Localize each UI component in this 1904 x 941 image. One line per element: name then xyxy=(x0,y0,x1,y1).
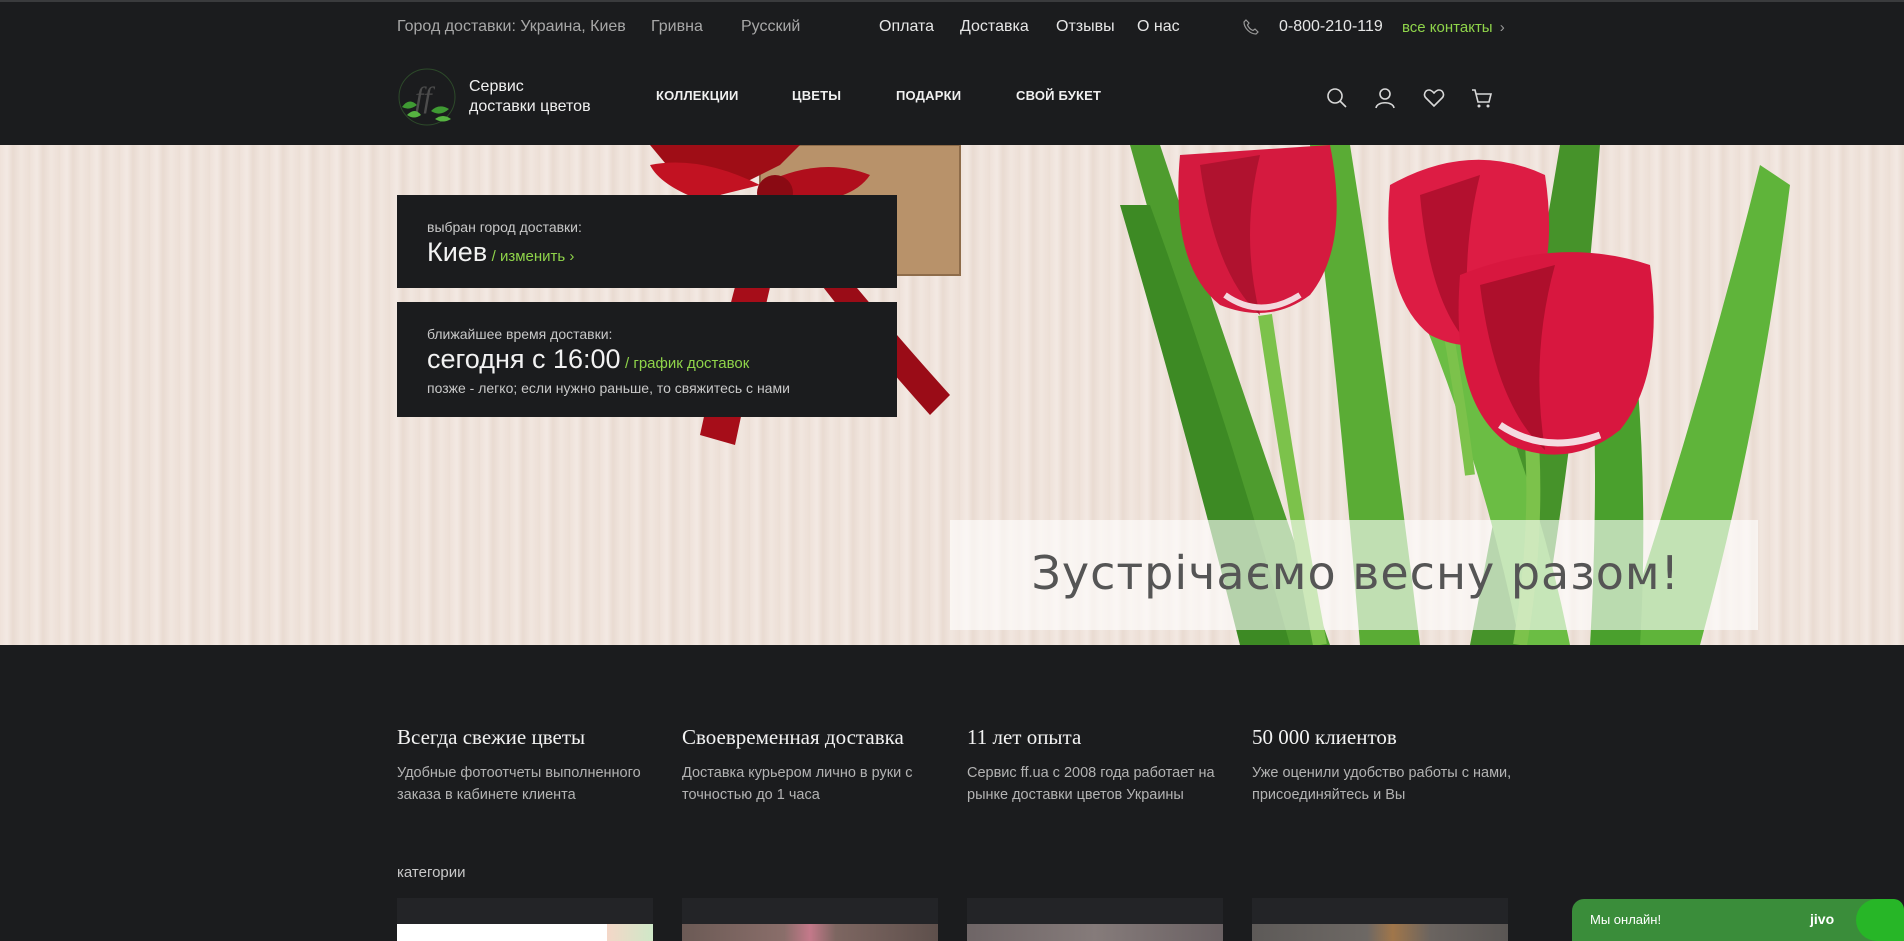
heart-icon[interactable] xyxy=(1422,86,1446,110)
main-header: ff Сервис доставки цветов КОЛЛЕКЦИИ ЦВЕТ… xyxy=(0,52,1904,145)
phone-icon xyxy=(1243,19,1259,35)
feature-text: Доставка курьером лично в руки с точност… xyxy=(682,765,913,803)
cart-icon[interactable] xyxy=(1470,86,1494,110)
delivery-time-label: ближайшее время доставки: xyxy=(427,326,613,342)
chat-widget[interactable]: Мы онлайн! jivo xyxy=(1572,899,1904,941)
feature-fresh: Всегда свежие цветы Удобные фотоотчеты в… xyxy=(397,725,667,806)
feature-title: 11 лет опыта xyxy=(967,725,1082,749)
logo-text[interactable]: Сервис доставки цветов xyxy=(469,77,591,117)
chat-label: Мы онлайн! xyxy=(1590,912,1662,927)
currency-selector[interactable]: Гривна xyxy=(651,18,703,36)
all-contacts-link[interactable]: все контакты › xyxy=(1402,19,1505,36)
category-card[interactable] xyxy=(682,898,938,941)
feature-text: Сервис ff.ua с 2008 года работает на рын… xyxy=(967,765,1215,803)
logo-icon[interactable]: ff xyxy=(397,67,457,127)
chat-brand: jivo xyxy=(1810,911,1835,927)
nav-collections[interactable]: КОЛЛЕКЦИИ xyxy=(656,88,739,103)
feature-experience: 11 лет опыта Сервис ff.ua с 2008 года ра… xyxy=(967,725,1237,806)
promo-banner[interactable]: Зустрічаємо весну разом! xyxy=(950,520,1758,630)
categories-heading: категории xyxy=(397,864,466,881)
logo-line-1: Сервис xyxy=(469,78,524,95)
top-nav-payment[interactable]: Оплата xyxy=(879,18,934,36)
logo-letters: ff xyxy=(415,81,435,114)
category-card[interactable] xyxy=(967,898,1223,941)
category-card[interactable] xyxy=(1252,898,1508,941)
search-icon[interactable] xyxy=(1325,86,1349,110)
delivery-schedule-link[interactable]: / график доставок xyxy=(625,355,749,372)
phone-number[interactable]: 0-800-210-119 xyxy=(1279,18,1383,36)
change-city-link[interactable]: / изменить › xyxy=(492,248,575,265)
logo-line-2: доставки цветов xyxy=(469,98,591,115)
chevron-right-icon: › xyxy=(1499,19,1505,36)
feature-text: Удобные фотоотчеты выполненного заказа в… xyxy=(397,765,641,803)
feature-title: Всегда свежие цветы xyxy=(397,725,586,749)
top-nav-reviews[interactable]: Отзывы xyxy=(1056,18,1115,36)
top-bar: Город доставки: Украина, Киев Гривна Рус… xyxy=(0,0,1904,52)
delivery-city-panel: выбран город доставки: Киев / изменить › xyxy=(397,195,897,288)
chat-status-icon xyxy=(1856,899,1904,941)
delivery-city-selector[interactable]: Город доставки: Украина, Киев xyxy=(397,18,626,36)
feature-text: Уже оценили удобство работы с нами, прис… xyxy=(1252,765,1512,803)
top-nav-about[interactable]: О нас xyxy=(1137,18,1180,36)
nav-gifts[interactable]: ПОДАРКИ xyxy=(896,88,961,103)
feature-title: 50 000 клиентов xyxy=(1252,725,1397,749)
hero-banner[interactable]: выбран город доставки: Киев / изменить ›… xyxy=(0,145,1904,645)
user-icon[interactable] xyxy=(1373,86,1397,110)
nav-own-bouquet[interactable]: СВОЙ БУКЕТ xyxy=(1016,88,1101,103)
nav-flowers[interactable]: ЦВЕТЫ xyxy=(792,88,841,103)
delivery-note: позже - легко; если нужно раньше, то свя… xyxy=(427,380,790,396)
delivery-time: сегодня с 16:00 xyxy=(427,344,621,374)
top-nav-delivery[interactable]: Доставка xyxy=(960,18,1029,36)
delivery-time-panel: ближайшее время доставки: сегодня с 16:0… xyxy=(397,302,897,417)
language-selector[interactable]: Русский xyxy=(741,18,800,36)
feature-clients: 50 000 клиентов Уже оценили удобство раб… xyxy=(1252,725,1522,806)
promo-text: Зустрічаємо весну разом! xyxy=(1031,546,1680,600)
all-contacts-label: все контакты xyxy=(1402,19,1493,36)
category-card[interactable] xyxy=(397,898,653,941)
city-label: выбран город доставки: xyxy=(427,219,582,235)
feature-title: Своевременная доставка xyxy=(682,725,904,749)
feature-delivery: Своевременная доставка Доставка курьером… xyxy=(682,725,952,806)
selected-city: Киев xyxy=(427,237,488,267)
